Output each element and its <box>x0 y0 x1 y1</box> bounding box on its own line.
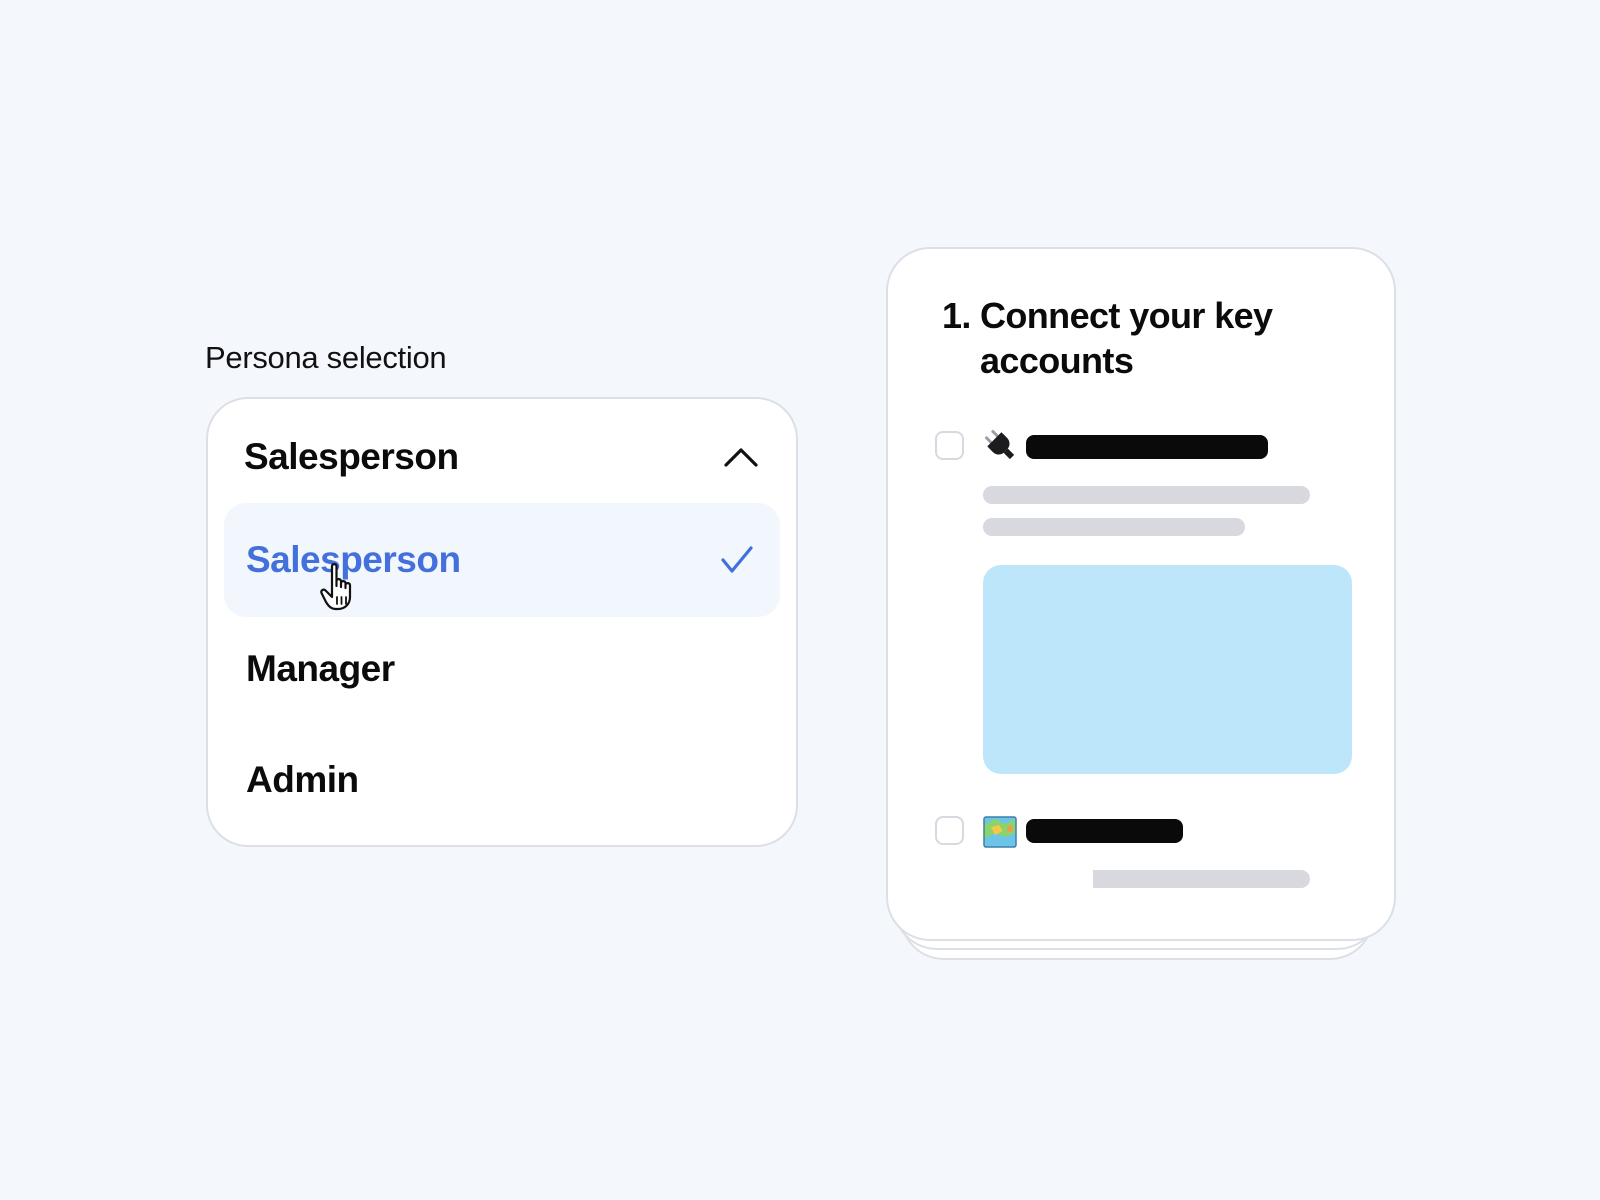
item-text-placeholder <box>1093 870 1310 888</box>
item-checkbox[interactable] <box>935 816 964 845</box>
persona-selection-label: Persona selection <box>205 340 447 375</box>
item-title-placeholder <box>1026 435 1268 459</box>
persona-dropdown-toggle[interactable]: Salesperson <box>244 427 760 487</box>
persona-option-label: Manager <box>246 648 395 689</box>
persona-selected-value: Salesperson <box>244 436 459 477</box>
persona-dropdown: Salesperson Salesperson Manager Admin <box>206 397 798 847</box>
step-number: 1. <box>942 295 971 336</box>
item-checkbox[interactable] <box>935 431 964 460</box>
persona-option-manager[interactable]: Manager <box>224 612 780 726</box>
step-title: Connect your key accounts <box>980 295 1273 381</box>
card-title: 1. Connect your key accounts <box>942 293 1322 383</box>
item-text-placeholder <box>983 518 1245 536</box>
checkmark-icon <box>718 541 756 579</box>
item-title-placeholder <box>1026 819 1183 843</box>
persona-option-label: Admin <box>246 759 359 800</box>
image-placeholder <box>983 565 1352 774</box>
electric-plug-icon <box>983 428 1017 462</box>
map-icon <box>983 815 1017 849</box>
hand-pointer-cursor-icon <box>318 562 362 612</box>
item-text-placeholder <box>983 486 1310 504</box>
persona-option-admin[interactable]: Admin <box>224 723 780 837</box>
chevron-up-icon <box>722 438 760 476</box>
persona-option-salesperson[interactable]: Salesperson <box>224 503 780 617</box>
onboarding-card: 1. Connect your key accounts <box>886 247 1396 941</box>
